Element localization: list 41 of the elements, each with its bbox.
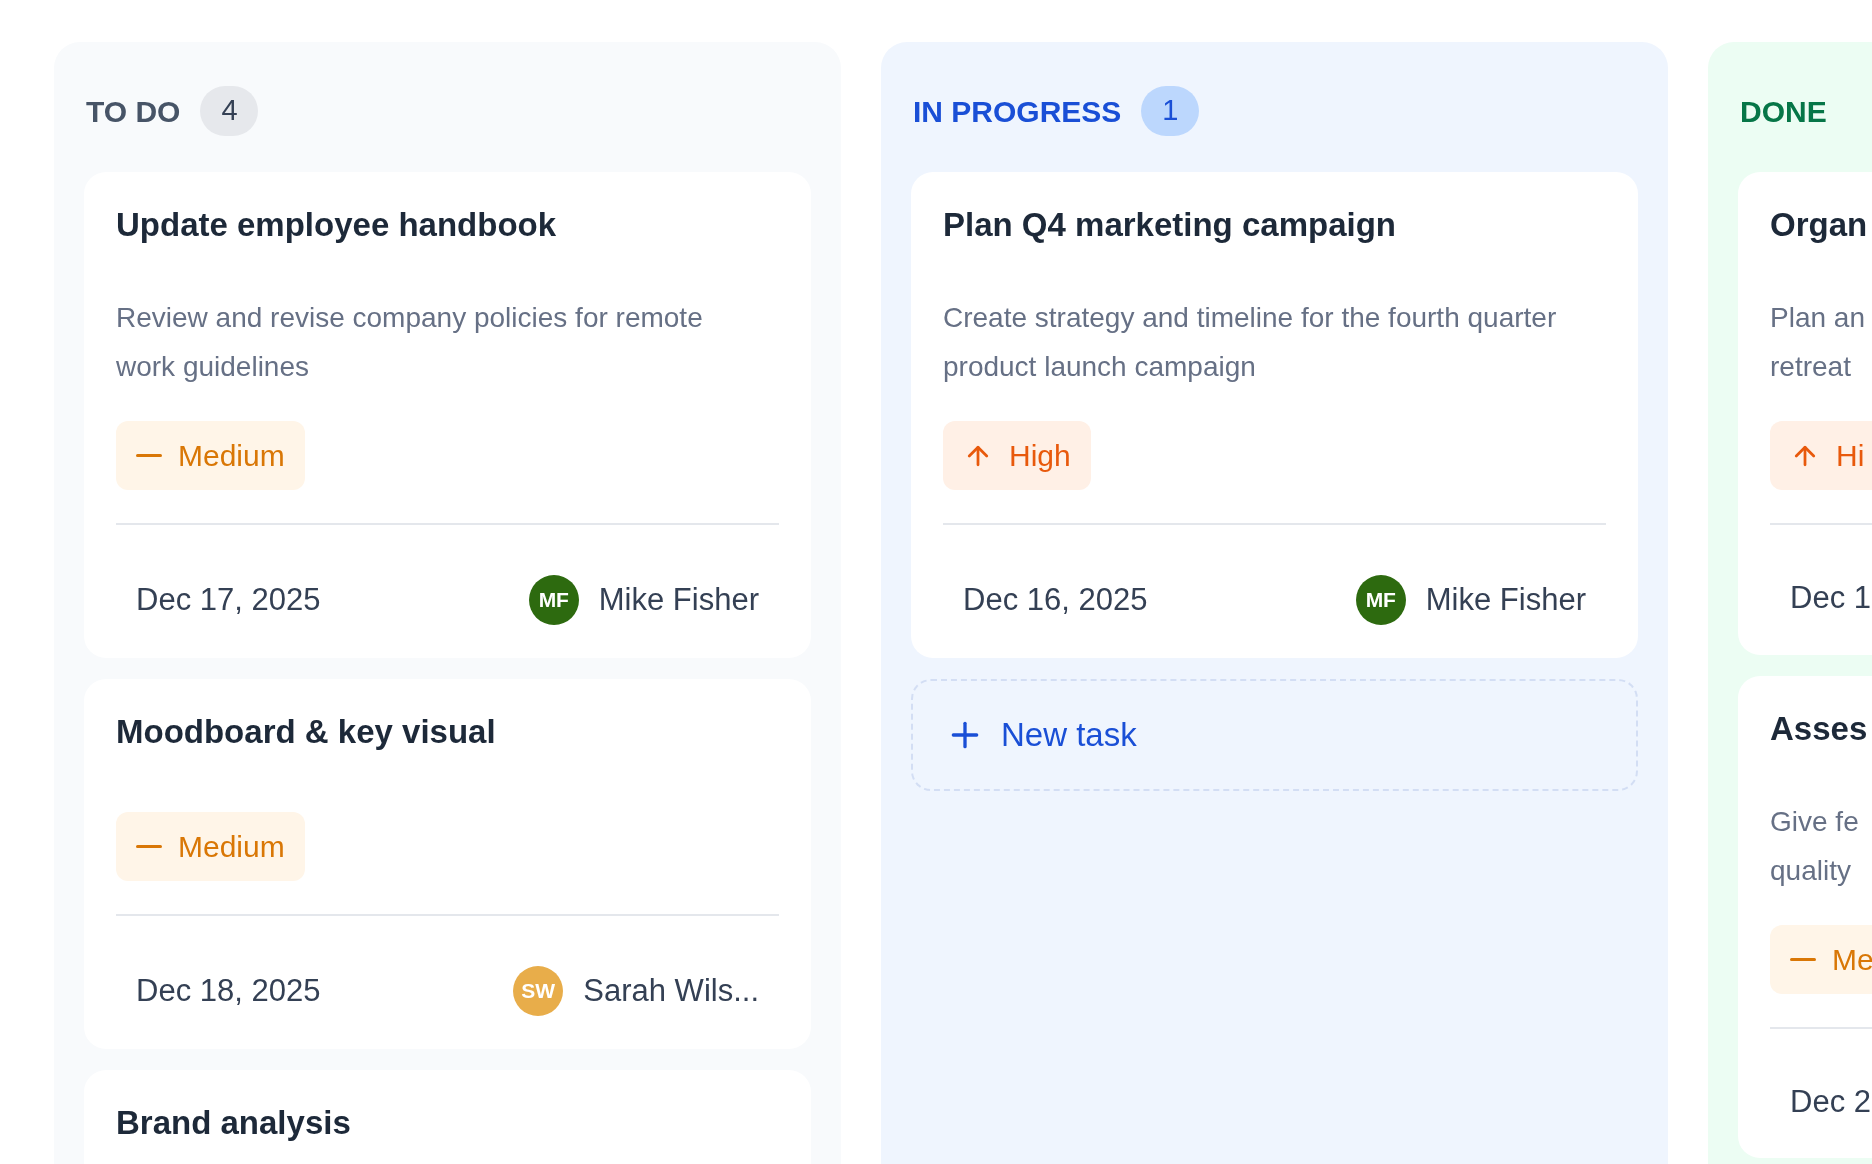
due-date: Dec 18, 2025 (136, 971, 321, 1010)
task-title: Update employee handbook (116, 205, 558, 245)
task-card[interactable]: Organ Plan an retreat Hi Dec 1 (1738, 172, 1872, 655)
due-date: Dec 1 (1790, 579, 1871, 617)
column-title: IN PROGRESS (913, 93, 1122, 130)
dash-icon (136, 454, 162, 457)
avatar: MF (528, 575, 579, 625)
task-description: Give fe quality (1770, 804, 1860, 888)
task-description: Review and revise company policies for remote work guidelines (116, 301, 704, 384)
assignee-name: Sarah Wils... (583, 971, 759, 1010)
assignee-name: Mike Fisher (1425, 580, 1586, 619)
due-date: Dec 17, 2025 (136, 580, 321, 619)
priority-badge: Medium (116, 421, 305, 490)
priority-badge: Hi (1770, 421, 1872, 490)
count-badge: 1 (1141, 86, 1200, 136)
assignee-name: Mike Fisher (598, 580, 759, 619)
due-date: Dec 2 (1790, 1082, 1871, 1121)
task-card[interactable]: Plan Q4 marketing campaign Create strategy and timeline for the fourth quarter product launch campaign High Dec 16, 2025 MF Mike Fisher (911, 172, 1638, 658)
task-card[interactable]: Moodboard & key visual Medium Dec 18, 2025 SW Sarah Wils... (84, 679, 811, 1049)
column-title: TO DO (86, 93, 181, 130)
due-date: Dec 16, 2025 (963, 580, 1148, 619)
task-title: Brand analysis (116, 1103, 352, 1143)
priority-badge: High (943, 421, 1091, 490)
task-card[interactable]: Update employee handbook Review and revise company policies for remote work guidelines Medium Dec 17, 2025 MF Mike Fisher (84, 172, 811, 658)
task-card[interactable]: Brand analysis (84, 1070, 811, 1164)
new-task-button[interactable]: New task (911, 679, 1638, 791)
count-badge: 4 (200, 86, 259, 136)
task-description: Plan an retreat (1770, 301, 1866, 384)
task-description: Create strategy and timeline for the fourth quarter product launch campaign (943, 301, 1558, 384)
task-card[interactable]: Asses Give fe quality Me Dec 2 (1738, 675, 1872, 1158)
column-title: DONE (1740, 93, 1827, 130)
dash-icon (136, 845, 162, 848)
task-title: Organ (1770, 205, 1869, 245)
task-title: Moodboard & key visual (116, 712, 497, 752)
dash-icon (1790, 957, 1816, 961)
priority-badge: Medium (116, 812, 305, 881)
priority-badge: Me (1770, 924, 1872, 994)
avatar: SW (513, 966, 564, 1016)
avatar: MF (1355, 575, 1406, 625)
task-title: Plan Q4 marketing campaign (943, 205, 1397, 245)
task-title: Asses (1770, 708, 1869, 749)
